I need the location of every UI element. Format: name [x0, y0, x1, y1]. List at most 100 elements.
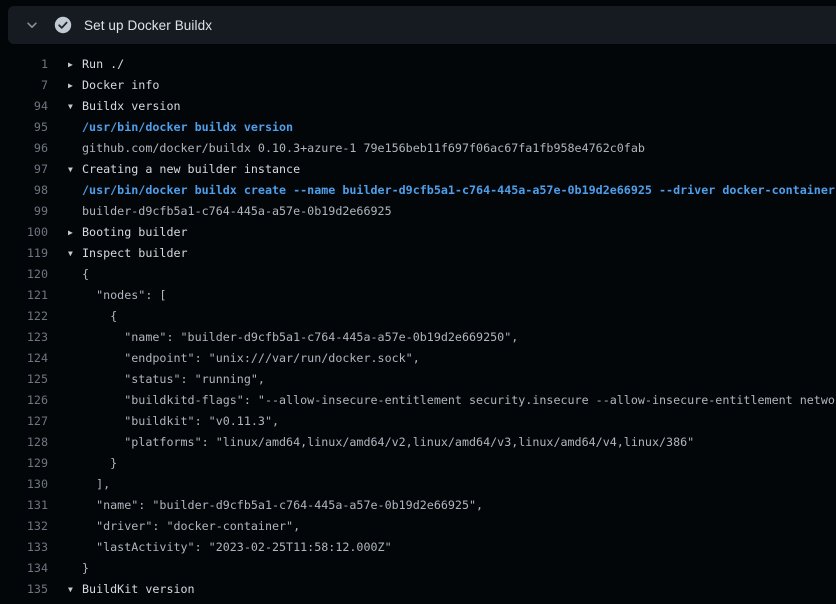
- command-text: /usr/bin/docker buildx version: [82, 120, 293, 134]
- log-text-line: /usr/bin/docker buildx version: [68, 117, 293, 138]
- log-line: 95/usr/bin/docker buildx version: [0, 117, 836, 138]
- log-text-line: "platforms": "linux/amd64,linux/amd64/v2…: [68, 432, 694, 453]
- group-collapse-icon[interactable]: ▼: [68, 159, 82, 180]
- line-number[interactable]: 124: [0, 348, 48, 369]
- log-group-header[interactable]: ▶Booting builder: [68, 222, 188, 243]
- line-number[interactable]: 129: [0, 453, 48, 474]
- log-text-line: }: [68, 558, 89, 579]
- group-title: Run ./: [82, 57, 124, 71]
- line-number[interactable]: 125: [0, 369, 48, 390]
- log-line[interactable]: 1 ▶Run ./: [0, 54, 836, 75]
- line-number[interactable]: 134: [0, 558, 48, 579]
- log-group-header[interactable]: ▼Creating a new builder instance: [68, 159, 300, 180]
- log-line[interactable]: 97 ▼Creating a new builder instance: [0, 159, 836, 180]
- chevron-down-icon[interactable]: [24, 17, 40, 33]
- log-text-line: "buildkitd-flags": "--allow-insecure-ent…: [68, 390, 836, 411]
- log-text-line: /usr/bin/docker buildx create --name bui…: [68, 180, 835, 201]
- line-number[interactable]: 1: [0, 54, 48, 75]
- line-number[interactable]: 128: [0, 432, 48, 453]
- log-text-line: {: [68, 306, 117, 327]
- group-collapse-icon[interactable]: ▼: [68, 579, 82, 600]
- log-group-header[interactable]: ▼Inspect builder: [68, 243, 188, 264]
- group-collapse-icon[interactable]: ▼: [68, 96, 82, 117]
- output-text: }: [82, 561, 89, 575]
- line-number[interactable]: 136: [0, 600, 48, 604]
- line-number[interactable]: 135: [0, 579, 48, 600]
- log-line: 129 }: [0, 453, 836, 474]
- output-text: {: [82, 309, 117, 323]
- line-number[interactable]: 95: [0, 117, 48, 138]
- group-title: Inspect builder: [82, 246, 188, 260]
- output-text: "buildkit": "v0.11.3",: [82, 414, 279, 428]
- group-title: BuildKit version: [82, 582, 195, 596]
- line-number[interactable]: 96: [0, 138, 48, 159]
- output-text: "name": "builder-d9cfb5a1-c764-445a-a57e…: [82, 498, 483, 512]
- group-collapse-icon[interactable]: ▼: [68, 243, 82, 264]
- log-line[interactable]: 7 ▶Docker info: [0, 75, 836, 96]
- log-line: 126 "buildkitd-flags": "--allow-insecure…: [0, 390, 836, 411]
- log-line: 125 "status": "running",: [0, 369, 836, 390]
- log-line: 128 "platforms": "linux/amd64,linux/amd6…: [0, 432, 836, 453]
- log-group-header[interactable]: ▼BuildKit version: [68, 579, 195, 600]
- log-line: 96github.com/docker/buildx 0.10.3+azure-…: [0, 138, 836, 159]
- line-number[interactable]: 131: [0, 495, 48, 516]
- step-title: Set up Docker Buildx: [84, 18, 212, 33]
- output-text: builder-d9cfb5a1-c764-445a-a57e-0b19d2e6…: [82, 204, 392, 218]
- line-number[interactable]: 126: [0, 390, 48, 411]
- log-line[interactable]: 100 ▶Booting builder: [0, 222, 836, 243]
- output-text: {: [82, 267, 89, 281]
- output-text: }: [82, 456, 117, 470]
- line-number[interactable]: 132: [0, 516, 48, 537]
- group-title: Buildx version: [82, 99, 181, 113]
- line-number[interactable]: 98: [0, 180, 48, 201]
- line-number[interactable]: 127: [0, 411, 48, 432]
- line-number[interactable]: 99: [0, 201, 48, 222]
- log-text-line: "name": "builder-d9cfb5a1-c764-445a-a57e…: [68, 327, 518, 348]
- log-text-line: "nodes": [: [68, 285, 166, 306]
- group-title: Booting builder: [82, 225, 188, 239]
- output-text: "status": "running",: [82, 372, 265, 386]
- log-text-line: ],: [68, 474, 110, 495]
- line-number[interactable]: 123: [0, 327, 48, 348]
- log-line: 121 "nodes": [: [0, 285, 836, 306]
- output-text: ],: [82, 477, 110, 491]
- output-text: "nodes": [: [82, 288, 166, 302]
- log-line[interactable]: 135 ▼BuildKit version: [0, 579, 836, 600]
- line-number[interactable]: 122: [0, 306, 48, 327]
- log-group-header[interactable]: ▼Buildx version: [68, 96, 181, 117]
- log-group-header[interactable]: ▶Run ./: [68, 54, 124, 75]
- step-header[interactable]: Set up Docker Buildx: [8, 6, 836, 44]
- log-line[interactable]: 94 ▼Buildx version: [0, 96, 836, 117]
- line-number[interactable]: 94: [0, 96, 48, 117]
- line-number[interactable]: 100: [0, 222, 48, 243]
- log-text-line: "status": "running",: [68, 369, 265, 390]
- line-number[interactable]: 97: [0, 159, 48, 180]
- group-expand-icon[interactable]: ▶: [68, 75, 82, 96]
- group-title: Docker info: [82, 78, 159, 92]
- output-text: "lastActivity": "2023-02-25T11:58:12.000…: [82, 540, 392, 554]
- log-line: 99 builder-d9cfb5a1-c764-445a-a57e-0b19d2…: [0, 201, 836, 222]
- line-number[interactable]: 130: [0, 474, 48, 495]
- log-line[interactable]: 119 ▼Inspect builder: [0, 243, 836, 264]
- output-text: "platforms": "linux/amd64,linux/amd64/v2…: [82, 435, 694, 449]
- log-line: 131 "name": "builder-d9cfb5a1-c764-445a-…: [0, 495, 836, 516]
- log-line: 124 "endpoint": "unix:///var/run/docker.…: [0, 348, 836, 369]
- line-number[interactable]: 133: [0, 537, 48, 558]
- line-number[interactable]: 119: [0, 243, 48, 264]
- log-text-line: "driver": "docker-container",: [68, 516, 300, 537]
- log-line: 130 ],: [0, 474, 836, 495]
- group-expand-icon[interactable]: ▶: [68, 54, 82, 75]
- step-log-panel: Set up Docker Buildx 1▶Run ./7▶Docker in…: [0, 0, 836, 604]
- group-expand-icon[interactable]: ▶: [68, 222, 82, 243]
- log-line: 123 "name": "builder-d9cfb5a1-c764-445a-…: [0, 327, 836, 348]
- log-group-header[interactable]: ▶Docker info: [68, 75, 159, 96]
- log-line: 122 {: [0, 306, 836, 327]
- log-line: 134}: [0, 558, 836, 579]
- log-line: 133 "lastActivity": "2023-02-25T11:58:12…: [0, 537, 836, 558]
- output-text: "name": "builder-d9cfb5a1-c764-445a-a57e…: [82, 330, 518, 344]
- line-number[interactable]: 7: [0, 75, 48, 96]
- line-number[interactable]: 121: [0, 285, 48, 306]
- log-text-line: "buildkit": "v0.11.3",: [68, 411, 279, 432]
- line-number[interactable]: 120: [0, 264, 48, 285]
- log-text-line: "endpoint": "unix:///var/run/docker.sock…: [68, 348, 420, 369]
